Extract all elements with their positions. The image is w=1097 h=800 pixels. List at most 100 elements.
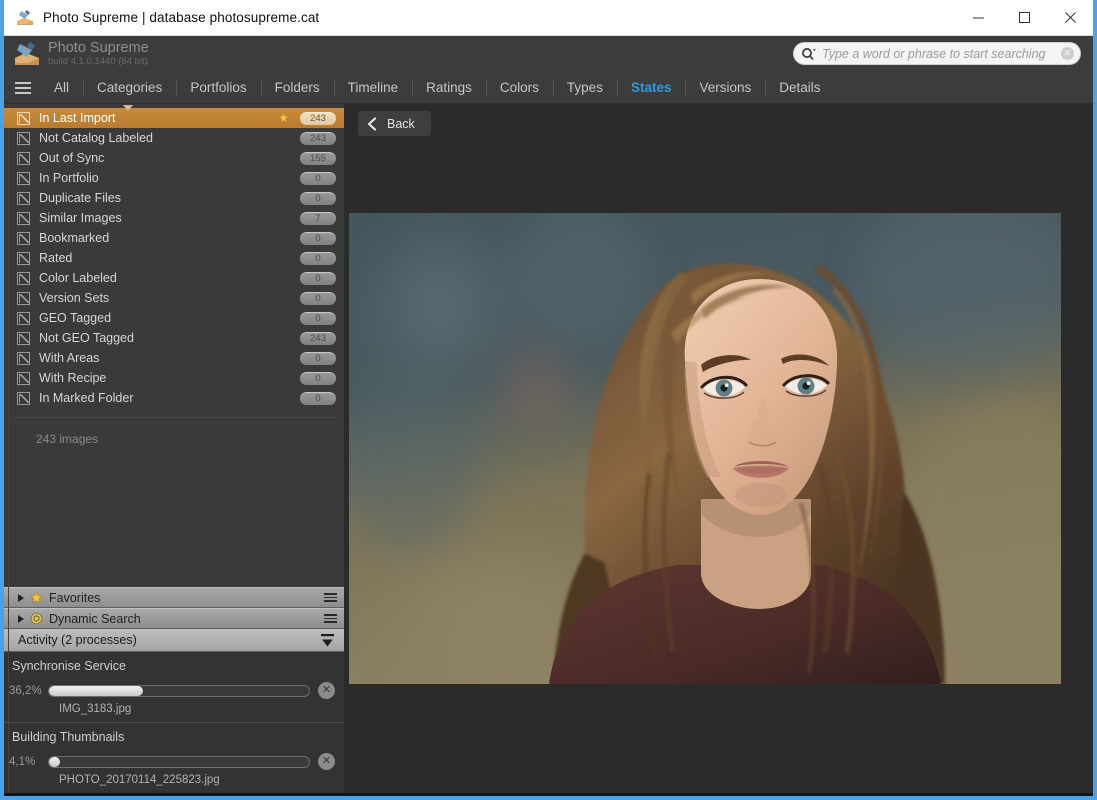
state-checkbox[interactable] [17, 212, 30, 225]
state-count-badge: 0 [300, 232, 336, 245]
toolbar-button-slide-show[interactable]: Slide Show [120, 793, 190, 800]
state-checkbox[interactable] [17, 292, 30, 305]
state-label: Similar Images [39, 211, 294, 225]
progress-fill [49, 757, 60, 767]
state-checkbox[interactable] [17, 332, 30, 345]
process-title: Building Thumbnails [4, 730, 344, 744]
magnifier-badge-icon [30, 612, 43, 625]
brand-build: build 4.1.0.1440 (64 bit) [48, 57, 149, 67]
close-button[interactable] [1047, 0, 1093, 36]
collapse-down-icon[interactable] [319, 633, 336, 648]
state-row[interactable]: GEO Tagged0 [4, 308, 344, 328]
panel-dynamic-search[interactable]: Dynamic Search [4, 608, 344, 629]
search-box[interactable]: ✕ [793, 42, 1081, 65]
cancel-icon[interactable]: ✕ [318, 753, 335, 770]
state-row[interactable]: Duplicate Files0 [4, 188, 344, 208]
state-checkbox[interactable] [17, 252, 30, 265]
state-row[interactable]: In Last Import★243 [4, 108, 344, 128]
panel-menu-icon[interactable] [324, 614, 337, 623]
state-row[interactable]: Rated0 [4, 248, 344, 268]
state-checkbox[interactable] [17, 132, 30, 145]
nav-tab-states[interactable]: States [617, 77, 686, 99]
brand-logo-icon [13, 41, 41, 67]
state-row[interactable]: With Recipe 0 [4, 368, 344, 388]
state-label: In Marked Folder [39, 391, 294, 405]
image-count-label: 243 images [4, 418, 344, 446]
state-count-badge: 155 [300, 152, 336, 165]
nav-tab-types[interactable]: Types [553, 77, 617, 99]
nav-tab-label: Colors [500, 80, 539, 95]
state-checkbox[interactable] [17, 352, 30, 365]
state-checkbox[interactable] [17, 392, 30, 405]
state-row[interactable]: Not GEO Tagged243 [4, 328, 344, 348]
image-viewer[interactable] [345, 143, 1093, 793]
toolbar-button-loupe[interactable]: Loupe [509, 793, 571, 800]
chevron-right-icon[interactable] [18, 615, 24, 623]
nav-tab-label: Details [779, 80, 820, 95]
state-checkbox[interactable] [17, 232, 30, 245]
nav-tab-label: Categories [97, 80, 162, 95]
nav-tab-all[interactable]: All [40, 77, 83, 99]
state-row[interactable]: Bookmarked0 [4, 228, 344, 248]
nav-tab-label: Timeline [348, 80, 399, 95]
state-checkbox[interactable] [17, 312, 30, 325]
nav-tab-versions[interactable]: Versions [685, 77, 765, 99]
state-label: In Portfolio [39, 171, 294, 185]
toolbar-button-quick-select[interactable]: Quick Select [50, 793, 120, 800]
state-row[interactable]: Not Catalog Labeled243 [4, 128, 344, 148]
nav-tab-portfolios[interactable]: Portfolios [176, 77, 260, 99]
state-checkbox[interactable] [17, 172, 30, 185]
state-row[interactable]: Version Sets0 [4, 288, 344, 308]
nav-tab-colors[interactable]: Colors [486, 77, 553, 99]
nav-tab-timeline[interactable]: Timeline [334, 77, 413, 99]
state-checkbox[interactable] [17, 192, 30, 205]
left-spacer [4, 446, 344, 587]
minimize-button[interactable] [955, 0, 1001, 36]
state-row[interactable]: With Areas0 [4, 348, 344, 368]
nav-tab-folders[interactable]: Folders [261, 77, 334, 99]
toolbar-button-areas[interactable]: Areas [571, 793, 633, 800]
bottom-toolbars: Quick SelectSlide ShowFull Screen ☆☆☆☆☆ … [4, 793, 1093, 800]
state-row[interactable]: In Portfolio0 [4, 168, 344, 188]
process-file: IMG_3183.jpg [4, 699, 344, 722]
toolbar-button-options[interactable]: Options [695, 793, 757, 800]
chevron-right-icon[interactable] [18, 594, 24, 602]
activity-processes: Synchronise Service36,2%✕IMG_3183.jpgBui… [4, 652, 344, 793]
panel-menu-icon[interactable] [324, 593, 337, 602]
state-count-badge: 7 [300, 212, 336, 225]
search-input[interactable] [822, 47, 1061, 61]
state-checkbox[interactable] [17, 112, 30, 125]
state-label: Color Labeled [39, 271, 294, 285]
state-count-badge: 0 [300, 372, 336, 385]
toolbar-button-full-screen[interactable]: Full Screen [190, 793, 260, 800]
nav-tab-categories[interactable]: Categories [83, 77, 176, 99]
state-label: Version Sets [39, 291, 294, 305]
sort-triangle-icon[interactable] [123, 105, 133, 125]
state-checkbox[interactable] [17, 272, 30, 285]
state-checkbox[interactable] [17, 152, 30, 165]
progress-fill [49, 686, 143, 696]
activity-header[interactable]: Activity (2 processes) [4, 629, 344, 652]
search-icon[interactable] [801, 47, 816, 61]
state-row[interactable]: Color Labeled0 [4, 268, 344, 288]
state-row[interactable]: Out of Sync155 [4, 148, 344, 168]
state-checkbox[interactable] [17, 372, 30, 385]
panel-label: Favorites [49, 591, 324, 605]
nav-tab-label: Portfolios [190, 80, 246, 95]
state-label: With Recipe [39, 371, 294, 385]
panel-favorites[interactable]: Favorites [4, 587, 344, 608]
title-bar: Photo Supreme | database photosupreme.ca… [4, 0, 1093, 36]
nav-tab-details[interactable]: Details [765, 77, 834, 99]
toolbar-button-zoom[interactable]: Zoom [633, 793, 695, 800]
state-row[interactable]: In Marked Folder0 [4, 388, 344, 408]
state-row[interactable]: Similar Images 7 [4, 208, 344, 228]
maximize-button[interactable] [1001, 0, 1047, 36]
process-file: PHOTO_20170114_225823.jpg [4, 770, 344, 793]
cancel-icon[interactable]: ✕ [318, 682, 335, 699]
nav-tab-ratings[interactable]: Ratings [412, 77, 486, 99]
back-button[interactable]: Back [358, 111, 431, 136]
hamburger-menu-icon[interactable] [10, 77, 36, 99]
clear-icon[interactable]: ✕ [1061, 47, 1074, 60]
main-body: In Last Import★243Not Catalog Labeled243… [4, 104, 1093, 793]
portrait-photo[interactable] [349, 213, 1061, 684]
